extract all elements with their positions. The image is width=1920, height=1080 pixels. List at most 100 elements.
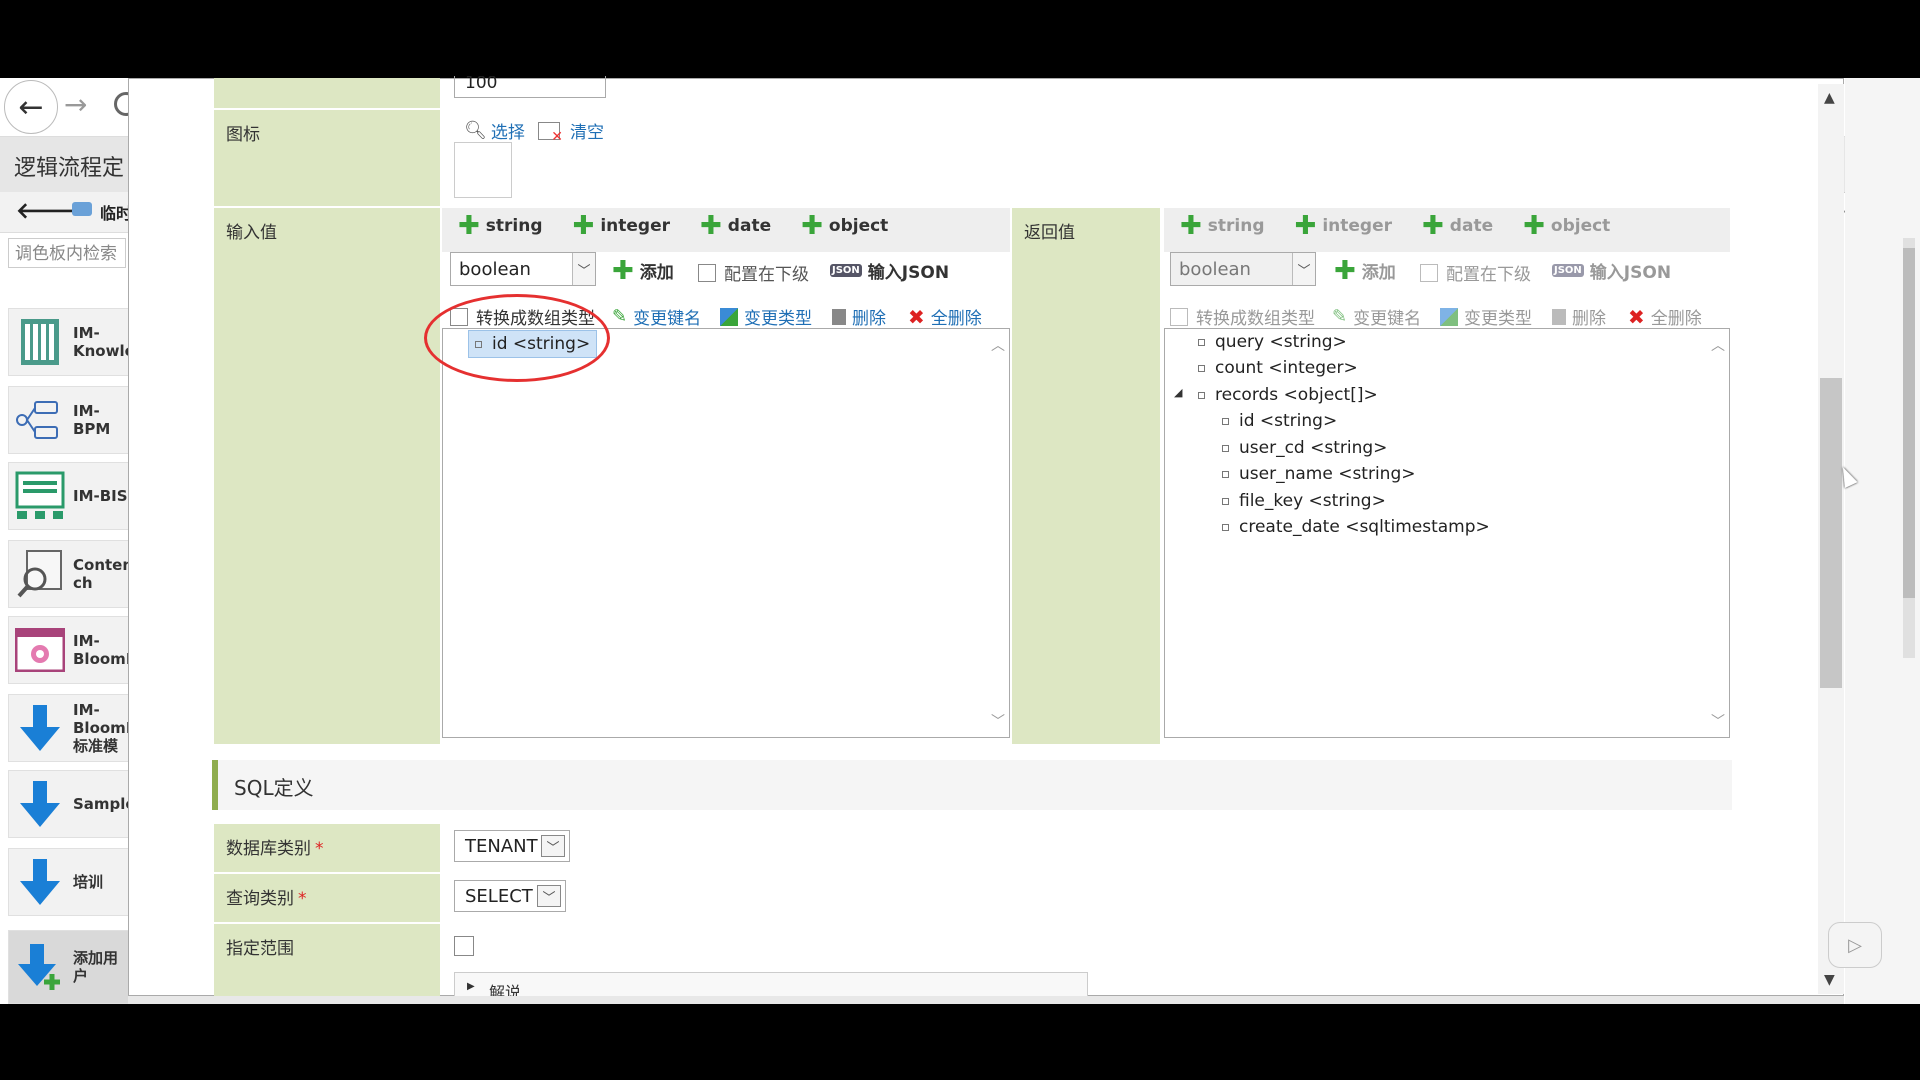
return-tree-item[interactable]: query <string> [1198, 332, 1347, 352]
palette-search-input[interactable]: 调色板内检索 [8, 238, 126, 268]
input-change-type-button[interactable]: 变更类型 [720, 304, 812, 329]
plus-icon: ✚ [458, 211, 480, 241]
json-icon: JSON [1552, 264, 1584, 277]
temp-icon [72, 202, 92, 216]
range-checkbox[interactable] [454, 936, 474, 956]
palette-item-bloom[interactable]: IM-BloomM [8, 616, 130, 684]
highlight-circle [424, 294, 610, 382]
trash-icon [1552, 308, 1566, 325]
return-rename-button[interactable]: ✎ 变更键名 [1332, 304, 1421, 329]
palette-item-label: Content ch [73, 556, 129, 592]
return-tree-item[interactable]: count <integer> [1198, 358, 1358, 378]
palette-item-label: Sample [73, 795, 130, 813]
return-array-option[interactable]: 转换成数组类型 [1170, 304, 1315, 329]
add-object-button[interactable]: ✚ object [801, 213, 888, 239]
tree-scroll-down-icon[interactable]: ﹀ [1711, 711, 1725, 731]
horizontal-scrollbar[interactable] [128, 996, 1844, 1004]
return-tree-item[interactable]: file_key <string> [1222, 491, 1386, 511]
arrow-down-icon [15, 779, 65, 829]
return-tree-item[interactable]: create_date <sqltimestamp> [1222, 517, 1490, 537]
icon-clear-link[interactable]: ✕ 清空 [538, 118, 604, 145]
input-delete-button[interactable]: 删除 [832, 304, 886, 329]
tree-scroll-up-icon[interactable]: ︿ [991, 335, 1005, 355]
return-add-integer-button[interactable]: ✚ integer [1294, 211, 1392, 241]
json-icon: JSON [830, 264, 862, 277]
palette-toolbar: 🡐 临时 [0, 192, 132, 233]
play-icon[interactable]: ▷ [1828, 922, 1882, 968]
return-delete-all-button[interactable]: ✖ 全删除 [1628, 304, 1702, 330]
palette-item-label: IM-BPM [73, 402, 111, 438]
expand-triangle-icon[interactable]: ◢ [1174, 386, 1182, 399]
node-icon [1222, 470, 1229, 478]
sql-section-title: SQL定义 [234, 776, 314, 800]
tree-scroll-up-icon[interactable]: ︿ [1711, 335, 1725, 355]
return-json-button[interactable]: JSON 输入JSON [1552, 258, 1671, 283]
return-add-object-button[interactable]: ✚ object [1523, 213, 1610, 239]
right-scrollbar-thumb[interactable] [1903, 248, 1915, 598]
palette-item-label: 添加用户 [73, 949, 119, 985]
chevron-down-icon: ﹀ [1292, 253, 1315, 285]
palette-item-content-search[interactable]: Content ch [8, 540, 130, 608]
child-checkbox[interactable] [698, 263, 716, 282]
input-type-select[interactable]: boolean ﹀ [450, 252, 596, 286]
return-type-buttons: ✚ string ✚ integer ✚ date ✚ object [1180, 211, 1610, 241]
plus-icon: ✚ [1294, 211, 1317, 241]
return-value-label: 返回值 [1012, 208, 1160, 744]
dialog-scrollbar-thumb[interactable] [1820, 378, 1842, 688]
child-checkbox[interactable] [1420, 263, 1438, 282]
return-tree-item[interactable]: user_name <string> [1222, 464, 1415, 484]
input-add-button[interactable]: ✚ 添加 [612, 255, 674, 286]
db-type-label: 数据库类别 * [214, 824, 440, 872]
return-add-string-button[interactable]: ✚ string [1180, 213, 1265, 239]
db-type-select[interactable]: TENANT ﹀ [454, 830, 570, 862]
palette-item-bloom-standard[interactable]: IM-BloomM 标准模 [8, 694, 130, 762]
palette-item-label: IM-BloomM [73, 632, 129, 668]
magnifier-icon: 🔍︎ [464, 120, 487, 141]
return-delete-button[interactable]: 删除 [1552, 304, 1606, 329]
input-json-button[interactable]: JSON 输入JSON [830, 258, 949, 283]
add-integer-button[interactable]: ✚ integer [573, 213, 670, 239]
return-tree-item[interactable]: records <object[]> [1198, 385, 1378, 405]
array-checkbox[interactable] [1170, 307, 1188, 326]
add-date-button[interactable]: ✚ date [700, 213, 771, 239]
node-icon [1198, 364, 1205, 372]
palette-item-knowledge[interactable]: IM-Knowle [8, 308, 130, 376]
input-value-label: 输入值 [214, 208, 440, 744]
bpm-icon [15, 395, 65, 445]
arrow-down-add-icon [15, 942, 65, 992]
plus-icon: ✚ [612, 255, 634, 286]
forward-icon[interactable]: → [64, 88, 87, 121]
return-add-button[interactable]: ✚ 添加 [1334, 258, 1396, 284]
return-add-date-button[interactable]: ✚ date [1422, 211, 1493, 241]
node-icon [1222, 497, 1229, 505]
return-child-option[interactable]: 配置在下级 [1420, 260, 1531, 285]
input-tree[interactable]: ︿ ﹀ [442, 328, 1010, 738]
add-string-button[interactable]: ✚ string [458, 211, 543, 241]
plus-icon: ✚ [1422, 211, 1444, 241]
return-change-type-button[interactable]: 变更类型 [1440, 304, 1532, 329]
palette-item-bpm[interactable]: IM-BPM [8, 386, 130, 454]
change-type-icon [1440, 307, 1458, 326]
input-child-option[interactable]: 配置在下级 [698, 260, 809, 285]
palette-item-sample[interactable]: Sample [8, 770, 130, 838]
palette-item-bis[interactable]: IM-BIS [8, 462, 130, 530]
return-tree-item[interactable]: user_cd <string> [1222, 438, 1387, 458]
scroll-down-icon[interactable]: ▼ [1824, 972, 1835, 988]
palette-item-add-user[interactable]: 添加用户 [8, 930, 130, 1004]
input-rename-button[interactable]: ✎ 变更键名 [612, 304, 701, 329]
icon-select-link[interactable]: 🔍︎ 选择 [464, 118, 525, 143]
return-tree-item[interactable]: id <string> [1222, 411, 1337, 431]
palette-item-training[interactable]: 培训 [8, 848, 130, 916]
sql-section-header: SQL定义 [212, 760, 1732, 810]
scroll-up-icon[interactable]: ▲ [1824, 90, 1835, 106]
input-delete-all-button[interactable]: ✖ 全删除 [908, 304, 982, 330]
query-type-select[interactable]: SELECT ﹀ [454, 880, 566, 912]
collapse-arrow-icon[interactable]: 🡐 [16, 198, 75, 224]
node-icon [1222, 417, 1229, 425]
bloom-icon [15, 625, 65, 675]
return-type-select[interactable]: boolean ﹀ [1170, 252, 1316, 286]
top-value-field[interactable]: 100 [454, 76, 606, 98]
explain-panel[interactable]: ▶ 解说 [454, 972, 1088, 997]
tree-scroll-down-icon[interactable]: ﹀ [991, 711, 1005, 731]
back-icon[interactable]: ← [4, 80, 58, 134]
